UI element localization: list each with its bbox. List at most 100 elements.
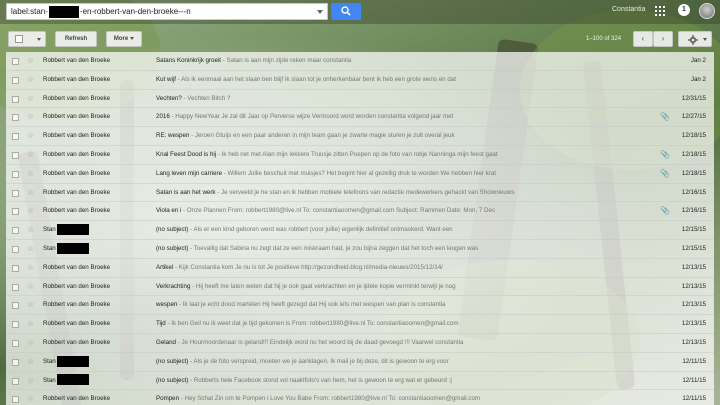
redaction-bar — [56, 374, 89, 386]
avatar[interactable] — [699, 3, 715, 19]
notifications-badge[interactable]: 1 — [678, 4, 690, 16]
row-checkbox[interactable] — [12, 283, 19, 291]
email-row[interactable]: ☆ Robbert van den Broeke 2016 - Happy NewY… — [6, 108, 714, 128]
email-row[interactable]: ☆ Robbert van den Broeke Artikel - Kijk Co… — [6, 258, 714, 278]
star-icon[interactable]: ☆ — [27, 165, 34, 183]
email-subject: Tijd — [156, 320, 166, 328]
apps-grid-icon[interactable] — [655, 6, 665, 16]
star-icon[interactable]: ☆ — [27, 108, 34, 126]
row-checkbox[interactable] — [12, 189, 19, 197]
older-page-button[interactable]: › — [653, 31, 673, 47]
email-snippet: - Satan is aan mijn zijde reken maar con… — [221, 57, 352, 64]
row-checkbox[interactable] — [12, 377, 19, 385]
sender-name: Stan — [43, 226, 56, 234]
star-icon[interactable]: ☆ — [27, 390, 34, 405]
redaction-bar — [48, 5, 79, 18]
email-row[interactable]: ☆ Robbert van den Broeke Lang leven mijn c… — [6, 164, 714, 184]
email-row[interactable]: ☆ Robbert van den Broeke Satans Koninkrijk… — [6, 52, 714, 71]
email-row[interactable]: ☆ Robbert van den Broeke Geland - Je Hourm… — [6, 333, 714, 353]
email-snippet: - Je verveeld je he stan en ik hebben mo… — [215, 188, 515, 196]
select-all-button[interactable] — [8, 31, 46, 47]
search-options-caret-icon[interactable] — [317, 10, 323, 14]
row-checkbox[interactable] — [12, 245, 19, 253]
row-checkbox[interactable] — [12, 114, 19, 122]
email-subject: Vechten? — [156, 94, 182, 102]
star-icon[interactable]: ☆ — [27, 278, 34, 296]
email-row[interactable]: ☆ Robbert van den Broeke Kut wijf - Als ik… — [6, 70, 714, 90]
star-icon[interactable]: ☆ — [27, 184, 34, 202]
star-icon[interactable]: ☆ — [27, 372, 34, 390]
star-icon[interactable]: ☆ — [27, 52, 34, 70]
email-sender: Robbert van den Broeke — [43, 52, 151, 70]
email-content: Pompen - Hey Schat Zin om te Pompen i Lo… — [156, 390, 656, 405]
email-subject: Lang leven mijn carriere — [156, 169, 223, 177]
account-name-link[interactable]: Constantia — [612, 6, 645, 13]
row-checkbox[interactable] — [12, 170, 19, 178]
star-icon[interactable]: ☆ — [27, 146, 34, 164]
star-icon[interactable]: ☆ — [27, 259, 34, 277]
email-row[interactable]: ☆ Robbert van den Broeke Verkrachting - Hi… — [6, 277, 714, 297]
email-content: RE: wespen - Jeroen Gtuijs en een paar a… — [156, 127, 656, 145]
row-checkbox[interactable] — [12, 321, 19, 329]
more-button-label: More — [113, 36, 129, 42]
search-input[interactable]: label:stan- -en-robbert-van-den-broeke---… — [6, 3, 328, 20]
row-checkbox[interactable] — [12, 76, 19, 84]
email-subject: (no subject) — [156, 244, 189, 252]
row-checkbox[interactable] — [12, 227, 19, 235]
star-icon[interactable]: ☆ — [27, 353, 34, 371]
email-subject: 2016 — [156, 113, 170, 121]
email-row[interactable]: ☆ Robbert van den Broeke Pompen - Hey Scha… — [6, 390, 714, 405]
row-checkbox[interactable] — [12, 58, 19, 65]
email-date: 12/11/15 — [682, 395, 706, 403]
email-row[interactable]: ☆ Robbert van den Broeke Vechten? - Vechte… — [6, 89, 714, 109]
row-checkbox[interactable] — [12, 339, 19, 347]
email-subject: RE: wespen — [156, 132, 190, 140]
row-checkbox[interactable] — [12, 264, 19, 272]
email-row[interactable]: ☆ Stan (no subject) - Als je de foto versp… — [6, 352, 714, 372]
star-icon[interactable]: ☆ — [27, 315, 34, 333]
star-icon[interactable]: ☆ — [27, 71, 34, 89]
star-icon[interactable]: ☆ — [27, 127, 34, 145]
email-sender: Stan — [43, 240, 151, 258]
email-sender: Robbert van den Broeke — [43, 146, 151, 164]
email-row[interactable]: ☆ Robbert van den Broeke Viola en i - Onze… — [6, 202, 714, 222]
star-icon[interactable]: ☆ — [27, 202, 34, 220]
sender-name: Robbert van den Broeke — [43, 207, 111, 215]
newer-page-button[interactable]: ‹ — [633, 31, 653, 47]
email-row[interactable]: ☆ Stan (no subject) - Robberts hele Facebo… — [6, 371, 714, 391]
star-icon[interactable]: ☆ — [27, 221, 34, 239]
row-checkbox[interactable] — [12, 95, 19, 103]
email-date: 12/13/15 — [681, 320, 706, 328]
star-icon[interactable]: ☆ — [27, 240, 34, 258]
email-snippet: - Ik ben Geil nu ik weet dat je tijd gek… — [165, 320, 459, 328]
sender-name: Stan — [43, 357, 56, 365]
star-icon[interactable]: ☆ — [27, 90, 34, 108]
email-row[interactable]: ☆ Stan (no subject) - Als er een kind gebo… — [6, 221, 714, 240]
star-icon[interactable]: ☆ — [27, 334, 34, 352]
row-checkbox[interactable] — [12, 358, 19, 366]
email-row[interactable]: ☆ Stan (no subject) - Toevallig dat Sabina… — [6, 239, 714, 259]
email-content: Verkrachting - Hij heeft me laten weten … — [156, 278, 656, 296]
email-date: 12/15/15 — [681, 244, 706, 252]
row-checkbox[interactable] — [12, 208, 19, 216]
email-row[interactable]: ☆ Robbert van den Broeke wespen - Ik laat … — [6, 296, 714, 316]
email-snippet: - Robberts hele Facebook stond vol naakt… — [188, 376, 453, 384]
email-subject: Pompen — [156, 395, 180, 403]
row-checkbox[interactable] — [12, 151, 19, 159]
row-checkbox[interactable] — [12, 133, 19, 141]
email-row[interactable]: ☆ Robbert van den Broeke Satan is aan het … — [6, 183, 714, 203]
search-button[interactable] — [331, 3, 361, 20]
email-row[interactable]: ☆ Robbert van den Broeke Tijd - Ik ben Gei… — [6, 315, 714, 334]
more-button[interactable]: More — [106, 31, 142, 47]
redaction-bar — [56, 224, 89, 236]
settings-button[interactable] — [678, 31, 712, 47]
email-row[interactable]: ☆ Robbert van den Broeke RE: wespen - Jero… — [6, 127, 714, 146]
row-checkbox[interactable] — [12, 396, 19, 404]
select-all-checkbox[interactable] — [15, 35, 23, 43]
sender-name: Robbert van den Broeke — [43, 150, 111, 158]
star-icon[interactable]: ☆ — [27, 296, 34, 314]
refresh-button[interactable]: Refresh — [55, 31, 97, 47]
email-content: (no subject) - Toevallig dat Sabina nu z… — [156, 240, 656, 258]
row-checkbox[interactable] — [12, 302, 19, 310]
email-row[interactable]: ☆ Robbert van den Broeke Knal Feest Dood i… — [6, 145, 714, 165]
